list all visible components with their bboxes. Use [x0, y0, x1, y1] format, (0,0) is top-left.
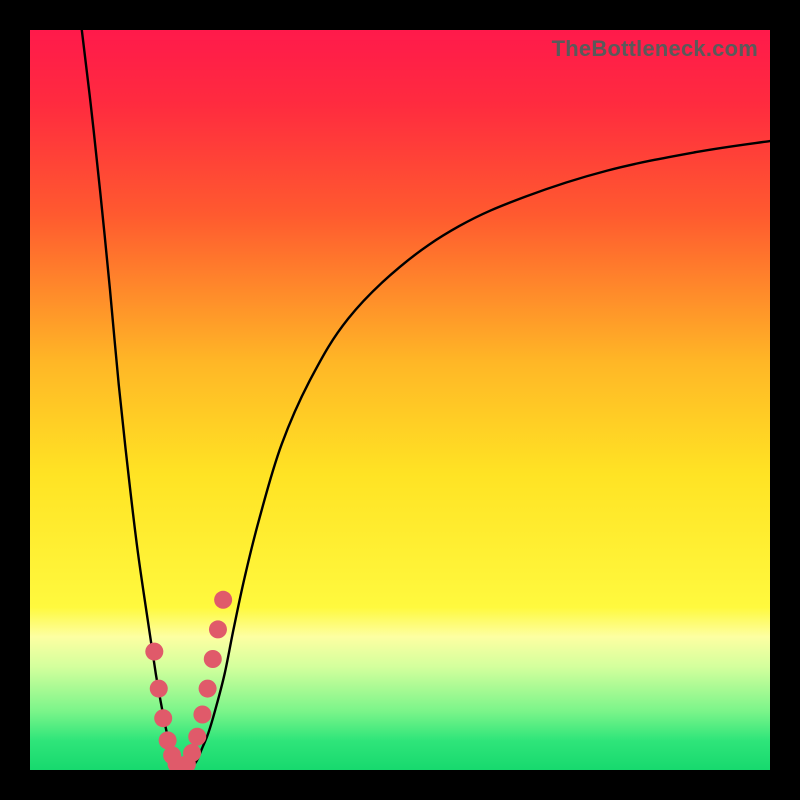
sample-point — [183, 744, 201, 762]
sample-point — [199, 680, 217, 698]
sample-points-group — [145, 591, 232, 770]
sample-point — [193, 706, 211, 724]
sample-point — [145, 643, 163, 661]
bottleneck-curve — [82, 30, 770, 769]
sample-point — [188, 728, 206, 746]
sample-point — [150, 680, 168, 698]
sample-point — [209, 620, 227, 638]
watermark-text: TheBottleneck.com — [552, 36, 758, 62]
sample-point — [214, 591, 232, 609]
chart-svg — [30, 30, 770, 770]
sample-point — [204, 650, 222, 668]
plot-area: TheBottleneck.com — [30, 30, 770, 770]
sample-point — [154, 709, 172, 727]
outer-frame: TheBottleneck.com — [0, 0, 800, 800]
